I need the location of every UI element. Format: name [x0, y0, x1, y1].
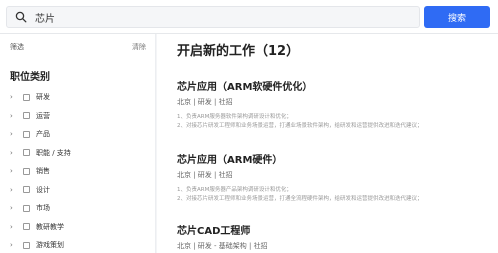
category-list: › 研发 › 运营 › 产品 › 职能 / 支持 › 销售 › 设计 › 市场 …: [10, 88, 71, 253]
job-description-line: 1、负责ARM服务器产品架构调研设计和优化；: [177, 187, 292, 193]
chevron-right-icon[interactable]: ›: [10, 223, 18, 231]
job-description-line: 1、负责ARM服务器软件架构调研设计和优化；: [177, 114, 292, 120]
chevron-right-icon[interactable]: ›: [10, 130, 18, 138]
job-card[interactable]: 芯片应用（ARM硬件） 北京 | 研发 | 社招 1、负责ARM服务器产品架构调…: [177, 151, 487, 204]
clear-filter-link[interactable]: 清除: [132, 42, 146, 52]
category-checkbox[interactable]: [23, 112, 30, 120]
job-card[interactable]: 芯片CAD工程师 北京 | 研发 - 基础架构 | 社招: [177, 222, 487, 251]
category-item[interactable]: › 运营: [10, 107, 71, 126]
search-icon: [15, 11, 27, 23]
category-item[interactable]: › 教研教学: [10, 218, 71, 237]
job-meta: 北京 | 研发 - 基础架构 | 社招: [177, 242, 268, 250]
chevron-right-icon[interactable]: ›: [10, 112, 18, 120]
category-item[interactable]: › 设计: [10, 181, 71, 200]
category-item[interactable]: › 职能 / 支持: [10, 144, 71, 163]
category-title: 职位类别: [10, 72, 50, 83]
chevron-right-icon[interactable]: ›: [10, 186, 18, 194]
category-label: 销售: [36, 167, 50, 176]
job-description: 1、负责ARM服务器产品架构调研设计和优化； 2、对接芯片研发工程师和业务场景运…: [177, 186, 487, 204]
job-title[interactable]: 芯片CAD工程师: [177, 222, 487, 237]
category-label: 游戏策划: [36, 241, 64, 250]
category-checkbox[interactable]: [23, 241, 30, 249]
category-label: 市场: [36, 204, 50, 213]
filter-sidebar: 筛选 清除 职位类别 › 研发 › 运营 › 产品 › 职能 / 支持 › 销售: [0, 34, 156, 253]
chevron-right-icon[interactable]: ›: [10, 241, 18, 249]
job-card[interactable]: 芯片应用（ARM软硬件优化） 北京 | 研发 | 社招 1、负责ARM服务器软件…: [177, 78, 487, 131]
chevron-right-icon[interactable]: ›: [10, 93, 18, 101]
category-item[interactable]: › 市场: [10, 199, 71, 218]
category-checkbox[interactable]: [23, 130, 30, 138]
category-item[interactable]: › 产品: [10, 125, 71, 144]
category-checkbox[interactable]: [23, 204, 30, 212]
chevron-right-icon[interactable]: ›: [10, 167, 18, 175]
search-input[interactable]: [35, 11, 395, 23]
job-meta: 北京 | 研发 | 社招: [177, 98, 233, 106]
category-item[interactable]: › 研发: [10, 88, 71, 107]
top-bar: 搜索: [0, 0, 498, 34]
filter-header: 筛选 清除: [10, 42, 146, 52]
category-label: 产品: [36, 130, 50, 139]
job-meta: 北京 | 研发 | 社招: [177, 171, 233, 179]
job-title[interactable]: 芯片应用（ARM硬件）: [177, 151, 487, 166]
category-label: 运营: [36, 111, 50, 120]
category-checkbox[interactable]: [23, 186, 30, 194]
category-item[interactable]: › 销售: [10, 162, 71, 181]
category-label: 教研教学: [36, 222, 64, 231]
search-box[interactable]: [6, 6, 420, 28]
category-checkbox[interactable]: [23, 149, 30, 157]
category-label: 设计: [36, 185, 50, 194]
category-checkbox[interactable]: [23, 93, 30, 101]
job-results: 开启新的工作（12） 芯片应用（ARM软硬件优化） 北京 | 研发 | 社招 1…: [157, 34, 498, 253]
job-description: 1、负责ARM服务器软件架构调研设计和优化； 2、对接芯片研发工程师和业务场景运…: [177, 113, 487, 131]
job-title[interactable]: 芯片应用（ARM软硬件优化）: [177, 78, 487, 93]
category-item[interactable]: › 游戏策划: [10, 236, 71, 253]
job-description-line: 2、对接芯片研发工程师和业务场景运营，打通全流程硬件架构，给研发和运营提供改进和…: [177, 196, 423, 202]
category-checkbox[interactable]: [23, 167, 30, 175]
job-description-line: 2、对接芯片研发工程师和业务场景运营，打通业场景软件架构，给研发和运营提供改进和…: [177, 123, 423, 129]
category-label: 研发: [36, 93, 50, 102]
category-checkbox[interactable]: [23, 223, 30, 231]
chevron-right-icon[interactable]: ›: [10, 149, 18, 157]
search-button[interactable]: 搜索: [424, 6, 490, 28]
chevron-right-icon[interactable]: ›: [10, 204, 18, 212]
filter-label: 筛选: [10, 43, 24, 51]
category-label: 职能 / 支持: [36, 148, 71, 157]
page-title: 开启新的工作（12）: [177, 44, 300, 59]
